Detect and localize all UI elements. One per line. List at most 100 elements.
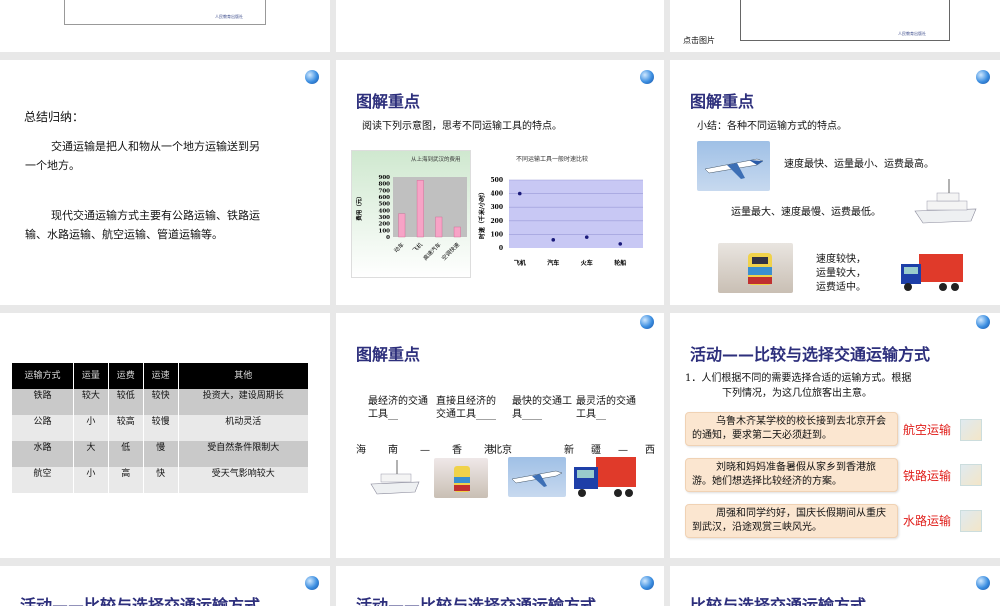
cell: 航空 [12, 467, 74, 493]
slide-5-thumbnail[interactable]: 图解重点 阅读下列示意图，思考不同运输工具的特点。 从上海到武汉的费用 0 100 2… [336, 60, 664, 305]
slide-title: 图解重点 [356, 345, 421, 364]
cell: 较快 [143, 389, 179, 415]
slide-title: 图解重点 [356, 92, 421, 111]
slide-title: 活动——比较与选择交通运输方式 [356, 596, 597, 606]
summary-para-1: 交通运输是把人和物从一个地方运输送到另 [51, 140, 260, 153]
slide-image-frame [64, 0, 266, 25]
y-tick-label: 700 [379, 188, 391, 194]
globe-icon [640, 576, 654, 590]
cell: 高 [108, 467, 144, 493]
y-tick-label: 0 [499, 245, 503, 252]
cell: 受天气影响较大 [178, 467, 310, 493]
ship-image [913, 175, 978, 230]
slide-4-thumbnail[interactable]: 总结归纳： 交通运输是把人和物从一个地方运输送到另 一个地方。 现代交通运输方式… [0, 60, 330, 305]
case-card-3: 周强和同学约好，国庆长假期间从重庆到武汉，沿途观赏三峡风光。 [685, 504, 898, 538]
cost-bar-chart: 从上海到武汉的费用 0100200300400500600700800900 费用（… [351, 150, 471, 278]
transport-comparison-table: 运输方式 运量 运费 运速 其他 铁路 较大 较低 较快 投资大，建设周期长 公路小较高… [12, 363, 310, 493]
activity-intro-2: 下列情况，为这几位旅客出主意。 [722, 388, 872, 399]
slide-10-thumbnail[interactable]: 活动——比较与选择交通运输方式 [0, 566, 330, 606]
summary-para-2: 现代交通运输方式主要有公路运输、铁路运 [51, 209, 260, 222]
slide-11-thumbnail[interactable]: 活动——比较与选择交通运输方式 [336, 566, 664, 606]
col-header: 其他 [178, 363, 310, 389]
slide-title: 比较与选择交通运输方式 [690, 596, 867, 606]
slide-9-thumbnail[interactable]: 活动——比较与选择交通运输方式 1．人们根据不同的需要选择合适的运输方式。根据 … [670, 313, 1000, 558]
case-card-1: 乌鲁木齐某学校的校长接到去北京开会的通知，要求第二天必须赶到。 [685, 412, 898, 446]
slide-title: 活动——比较与选择交通运输方式 [20, 596, 261, 606]
land-feature-1: 速度较快， [816, 254, 866, 265]
water-transport-features: 运量最大、速度最慢、运费最低。 [731, 207, 881, 218]
land-feature-3: 运费适中。 [816, 282, 866, 293]
ship-image [369, 456, 421, 498]
cell: 投资大，建设周期长 [178, 389, 310, 415]
speed-scatter-chart: 不同运输工具一般时速比较 0 100 200 300 400 500 时速（千米/小时） 飞机 汽… [478, 155, 643, 267]
globe-icon [305, 70, 319, 84]
bar [398, 213, 406, 238]
cell: 铁路 [12, 389, 74, 415]
truck-image [566, 453, 638, 501]
cell: 水路 [12, 441, 74, 467]
table-row: 水路大低慢受自然条件限制大 [12, 441, 310, 467]
question-4: 最灵活的交通工具__ [576, 396, 636, 420]
y-tick-label: 300 [379, 215, 391, 221]
table-row: 铁路 较大 较低 较快 投资大，建设周期长 [12, 389, 310, 415]
slide-6-thumbnail[interactable]: 图解重点 小结：各种不同运输方式的特点。 速度最快、运量最小、运费最高。 运量最… [670, 60, 1000, 305]
plot-area [509, 180, 643, 248]
y-tick-label: 900 [379, 175, 391, 181]
y-tick-label: 800 [379, 182, 391, 188]
y-tick-label: 100 [379, 228, 391, 234]
globe-icon [305, 576, 319, 590]
slide-7-thumbnail[interactable]: 运输方式 运量 运费 运速 其他 铁路 较大 较低 较快 投资大，建设周期长 公路小较高… [0, 313, 330, 558]
china-map-icon[interactable] [960, 419, 982, 441]
slide-8-thumbnail[interactable]: 图解重点 最经济的交通工具__ 直接且经济的交通工具____ 最快的交通工具__… [336, 313, 664, 558]
bar [453, 226, 461, 238]
summary-para-2b: 输、水路运输、航空运输、管道运输等。 [25, 228, 223, 241]
y-tick-label: 300 [490, 204, 503, 211]
cell: 低 [108, 441, 144, 467]
globe-icon [976, 315, 990, 329]
china-map-icon[interactable] [960, 464, 982, 486]
question-2: 直接且经济的交通工具____ [436, 396, 496, 420]
cell: 快 [143, 467, 179, 493]
cell: 慢 [143, 441, 179, 467]
slide-12-thumbnail[interactable]: 比较与选择交通运输方式 [670, 566, 1000, 606]
summary-heading: 总结归纳： [24, 110, 85, 124]
china-map-icon[interactable] [960, 510, 982, 532]
globe-icon [976, 576, 990, 590]
globe-icon [976, 70, 990, 84]
data-point [618, 242, 623, 246]
col-header: 运输方式 [12, 363, 74, 389]
truck-image [893, 250, 965, 295]
y-tick-label: 0 [386, 235, 390, 241]
air-transport-features: 速度最快、运量最小、运费最高。 [784, 159, 934, 170]
slide-1-thumbnail[interactable]: 人民教育出版社 [0, 0, 330, 52]
y-tick-label: 200 [490, 218, 503, 225]
click-picture-caption: 点击图片 [683, 36, 715, 45]
slide-2-thumbnail[interactable] [336, 0, 664, 52]
chart-title: 从上海到武汉的费用 [411, 155, 461, 163]
cell: 公路 [12, 415, 74, 441]
slide-instruction: 阅读下列示意图，思考不同运输工具的特点。 [362, 121, 562, 132]
y-tick-label: 500 [379, 202, 391, 208]
question-1: 最经济的交通工具__ [368, 396, 428, 420]
cell: 较大 [73, 389, 109, 415]
col-header: 运费 [108, 363, 144, 389]
slide-title: 图解重点 [690, 92, 755, 111]
y-tick-label: 400 [490, 191, 503, 198]
x-tick-label: 汽车 [547, 259, 559, 267]
data-point [551, 238, 556, 242]
bar [435, 216, 443, 238]
case-card-2: 刘晓和妈妈准备暑假从家乡到香港旅游。她们想选择比较经济的方案。 [685, 458, 898, 492]
cell: 较慢 [143, 415, 179, 441]
land-feature-2: 运量较大， [816, 268, 866, 279]
table-row: 公路小较高 较慢 机动灵活 [12, 415, 310, 441]
cell: 大 [73, 441, 109, 467]
y-tick-label: 100 [490, 231, 503, 238]
question-3: 最快的交通工具____ [512, 396, 572, 420]
answer-label-1: 航空运输 [903, 423, 952, 437]
bar [416, 180, 424, 238]
publisher-logo: 人民教育出版社 [898, 31, 926, 36]
slide-3-thumbnail[interactable]: 人民教育出版社 点击图片 [670, 0, 1000, 52]
data-point [517, 191, 522, 196]
cell: 较低 [108, 389, 144, 415]
col-header: 运量 [73, 363, 109, 389]
